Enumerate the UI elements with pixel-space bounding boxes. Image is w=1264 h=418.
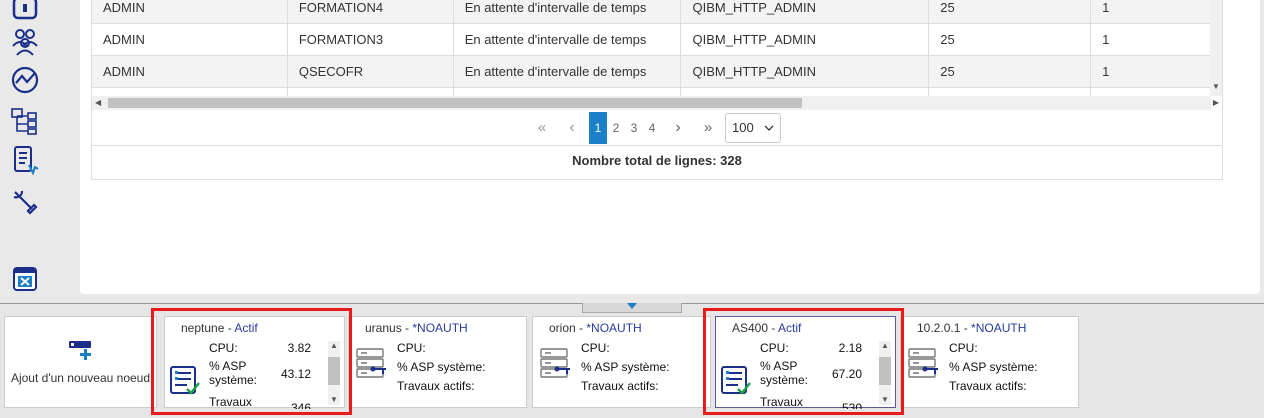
page-size-value: 100	[732, 120, 754, 135]
main-panel: ADMIN FORMATION4 En attente d'intervalle d…	[80, 0, 1260, 294]
node-card-10.2.0.1[interactable]: 10.2.0.1 - *NOAUTH CPU: % ASP système: Trav…	[900, 316, 1079, 408]
last-page-button[interactable]: »	[699, 112, 717, 144]
page-4-button[interactable]: 4	[643, 112, 661, 144]
table-cell	[92, 88, 288, 96]
table-cell: 25	[929, 24, 1092, 55]
cpu-label: CPU:	[397, 341, 426, 355]
first-page-button[interactable]: «	[533, 112, 551, 144]
table-cell: FORMATION4	[288, 0, 454, 23]
table-row[interactable]: ADMIN QSECOFR En attente d'intervalle de t…	[92, 56, 1212, 88]
table-row[interactable]	[92, 88, 1212, 96]
node-name: orion	[549, 321, 576, 335]
horizontal-scroll-thumb[interactable]	[108, 98, 802, 108]
table-cell	[454, 88, 682, 96]
table-cell: ADMIN	[92, 56, 288, 87]
page-2-button[interactable]: 2	[607, 112, 625, 144]
table-cell: 25	[929, 56, 1092, 87]
highlight-box	[703, 308, 904, 415]
add-server-icon	[68, 341, 91, 360]
server-noauth-icon	[355, 347, 387, 382]
table-cell: QIBM_HTTP_ADMIN	[681, 56, 930, 87]
table-cell: QIBM_HTTP_ADMIN	[681, 24, 930, 55]
collapse-panel-handle[interactable]	[582, 303, 682, 313]
cpu-label: CPU:	[949, 341, 978, 355]
table-row[interactable]: ADMIN FORMATION3 En attente d'intervalle d…	[92, 24, 1212, 56]
table-cell: 1	[1091, 0, 1212, 23]
wrench-icon[interactable]	[8, 185, 42, 219]
table-cell	[681, 88, 930, 96]
table-cell: QSECOFR	[288, 56, 454, 87]
page-1-button[interactable]: 1	[589, 111, 607, 144]
node-name: uranus	[365, 321, 402, 335]
page-3-button[interactable]: 3	[625, 112, 643, 144]
node-name: 10.2.0.1	[917, 321, 961, 335]
scroll-right-icon[interactable]: ▶	[1213, 98, 1219, 107]
add-node-button[interactable]: Ajout d'un nouveau noeud	[4, 316, 157, 408]
table-cell: ADMIN	[92, 24, 288, 55]
table-cell: En attente d'intervalle de temps	[454, 24, 682, 55]
folder-tree-icon[interactable]	[8, 103, 42, 137]
horizontal-scrollbar[interactable]: ◀ ▶	[92, 96, 1219, 110]
add-node-label: Ajout d'un nouveau noeud	[10, 371, 151, 385]
highlight-box	[151, 308, 352, 415]
table-cell: En attente d'intervalle de temps	[454, 0, 682, 23]
sidebar	[0, 0, 50, 300]
asp-label: % ASP système:	[949, 360, 1038, 374]
server-noauth-icon	[539, 347, 571, 382]
table-cell	[288, 88, 454, 96]
server-noauth-icon	[907, 347, 939, 382]
total-rows: Nombre total de lignes: 328	[572, 153, 742, 168]
node-title: orion - *NOAUTH	[549, 321, 642, 335]
table-cell: 25	[929, 0, 1092, 23]
prev-page-button[interactable]: ‹	[563, 112, 581, 144]
table-cell: ADMIN	[92, 0, 288, 23]
node-title: uranus - *NOAUTH	[365, 321, 468, 335]
table-row[interactable]: ADMIN FORMATION4 En attente d'intervalle d…	[92, 0, 1212, 24]
asp-label: % ASP système:	[397, 360, 486, 374]
node-title: 10.2.0.1 - *NOAUTH	[917, 321, 1027, 335]
table-cell: FORMATION3	[288, 24, 454, 55]
next-page-button[interactable]: ›	[669, 112, 687, 144]
close-window-icon[interactable]	[8, 262, 42, 296]
table-cell: En attente d'intervalle de temps	[454, 56, 682, 87]
jobs-label: Travaux actifs:	[949, 379, 1027, 393]
table-cell	[1091, 88, 1212, 96]
node-card-orion[interactable]: orion - *NOAUTH CPU: % ASP système: Travaux…	[532, 316, 711, 408]
jobs-label: Travaux actifs:	[397, 379, 475, 393]
scroll-left-icon[interactable]: ◀	[95, 98, 101, 107]
monitor-chart-icon[interactable]	[8, 63, 42, 97]
jobs-grid: ADMIN FORMATION4 En attente d'intervalle d…	[91, 0, 1223, 180]
asp-label: % ASP système:	[581, 360, 670, 374]
info-icon[interactable]	[8, 0, 42, 26]
report-list-icon[interactable]	[8, 143, 42, 177]
table-cell: QIBM_HTTP_ADMIN	[681, 0, 930, 23]
jobs-label: Travaux actifs:	[581, 379, 659, 393]
node-status: *NOAUTH	[586, 321, 642, 335]
cpu-label: CPU:	[581, 341, 610, 355]
node-status: *NOAUTH	[412, 321, 468, 335]
table-cell: 1	[1091, 24, 1212, 55]
table-cell	[929, 88, 1092, 96]
node-card-uranus[interactable]: uranus - *NOAUTH CPU: % ASP système: Travau…	[348, 316, 527, 408]
table-cell: 1	[1091, 56, 1212, 87]
chevron-down-icon	[764, 125, 774, 131]
users-icon[interactable]	[8, 24, 42, 58]
collapse-arrow-icon	[627, 303, 637, 309]
page-size-select[interactable]: 100	[725, 112, 781, 143]
scroll-down-icon[interactable]: ▼	[1212, 82, 1220, 91]
pagination: « ‹ 1234 › » 100	[92, 110, 1222, 146]
node-status: *NOAUTH	[971, 321, 1027, 335]
vertical-scrollbar[interactable]: ▼	[1210, 0, 1222, 96]
